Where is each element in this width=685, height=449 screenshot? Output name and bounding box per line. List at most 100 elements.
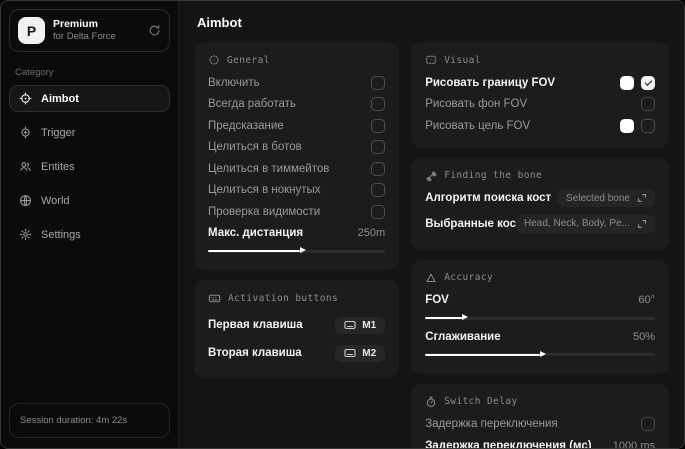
draw-fov-target-checkbox[interactable]	[641, 118, 655, 133]
setting-label: Рисовать цель FOV	[425, 119, 531, 132]
setting-label: Всегда работать	[208, 98, 296, 111]
fov-border-color-swatch[interactable]	[620, 75, 634, 90]
keyboard-icon	[208, 292, 221, 305]
draw-fov-border-checkbox[interactable]	[641, 75, 655, 90]
sidebar: P Premium for Delta Force Category Aimbo…	[1, 1, 179, 448]
setting-row-enable: Включить	[208, 72, 386, 94]
switch-delay-checkbox[interactable]	[641, 417, 655, 432]
setting-label: Предсказание	[208, 119, 284, 132]
frame-icon	[425, 54, 437, 66]
dropdown-value: Head, Neck, Body, Pe...	[524, 218, 630, 230]
sidebar-item-world[interactable]: World	[9, 187, 170, 214]
setting-label: Сглаживание	[425, 330, 501, 343]
left-column: General Включить Всегда работать Предска…	[194, 42, 400, 378]
setting-label: Задержка переключения	[425, 418, 558, 431]
key-label: M1	[362, 319, 377, 331]
panel-title: Accuracy	[444, 272, 494, 283]
draw-fov-background-checkbox[interactable]	[641, 97, 655, 112]
setting-label: FOV	[425, 294, 449, 307]
setting-label: Проверка видимости	[208, 205, 321, 218]
product-text: Premium for Delta Force	[53, 18, 116, 43]
setting-label: Алгоритм поиска кост	[425, 192, 552, 205]
setting-label: Целиться в ботов	[208, 141, 302, 154]
sidebar-item-label: Aimbot	[41, 92, 79, 105]
finding-the-bone-panel: Finding the bone Алгоритм поиска кост Se…	[411, 157, 669, 250]
always-work-checkbox[interactable]	[371, 97, 386, 112]
setting-label: Вторая клавиша	[208, 347, 302, 359]
sidebar-item-label: Settings	[41, 228, 81, 241]
setting-row-visibility-check: Проверка видимости	[208, 201, 386, 223]
general-panel-header: General	[208, 54, 385, 66]
product-name: Premium	[53, 18, 98, 30]
setting-label: Выбранные кос	[425, 217, 517, 230]
setting-row-draw-fov-border: Рисовать границу FOV	[425, 72, 655, 94]
smoothing-slider[interactable]	[425, 350, 655, 359]
target-teammates-checkbox[interactable]	[371, 161, 386, 176]
visibility-check-checkbox[interactable]	[371, 204, 386, 219]
main-content: Aimbot General Включить Всегда работать …	[179, 1, 684, 448]
bone-algorithm-dropdown[interactable]: Selected bone	[558, 189, 655, 208]
sidebar-item-label: Entites	[41, 160, 75, 173]
selected-bones-dropdown[interactable]: Head, Neck, Body, Pe...	[516, 214, 655, 233]
accuracy-panel-header: Accuracy	[425, 272, 655, 284]
crosshair-icon	[208, 54, 220, 66]
setting-label: Макс. дистанция	[208, 227, 304, 240]
slider-fill	[208, 247, 307, 254]
fov-target-color-swatch[interactable]	[620, 118, 634, 133]
prediction-checkbox[interactable]	[371, 118, 386, 133]
activation-buttons-panel: Activation buttons Первая клавиша M1 Вто…	[194, 280, 400, 378]
switch-delay-value: 1000 ms	[612, 439, 655, 448]
sidebar-item-settings[interactable]: Settings	[9, 221, 170, 248]
sidebar-item-label: World	[41, 194, 70, 207]
setting-row-max-distance: Макс. дистанция 250m	[208, 223, 385, 245]
session-duration-label: Session duration: 4m 22s	[20, 415, 128, 426]
setting-row-smoothing: Сглаживание 50%	[425, 326, 655, 348]
key-label: M2	[362, 347, 377, 359]
page-title: Aimbot	[197, 15, 242, 30]
max-distance-slider[interactable]	[208, 247, 386, 255]
sidebar-nav: Aimbot Trigger Entites World Settings	[9, 85, 170, 248]
product-subtitle: for Delta Force	[53, 31, 116, 43]
setting-label: Целиться в тиммейтов	[208, 162, 330, 175]
setting-row-second-key: Вторая клавиша M2	[208, 339, 386, 367]
second-key-bind-button[interactable]: M2	[335, 344, 386, 362]
dropdown-value: Selected bone	[566, 192, 630, 204]
setting-row-bone-algorithm: Алгоритм поиска кост Selected bone	[425, 188, 655, 210]
sidebar-item-label: Trigger	[41, 126, 76, 139]
setting-row-fov: FOV 60°	[425, 290, 655, 312]
sidebar-item-entites[interactable]: Entites	[9, 153, 170, 180]
visual-panel-header: Visual	[425, 54, 655, 66]
keyboard-icon	[344, 320, 356, 330]
enable-checkbox[interactable]	[371, 75, 386, 90]
slider-fill	[425, 314, 468, 321]
refresh-icon[interactable]	[148, 24, 161, 37]
session-duration: Session duration: 4m 22s	[9, 403, 170, 438]
fov-slider[interactable]	[425, 314, 655, 322]
max-distance-value: 250m	[357, 227, 386, 240]
sidebar-item-trigger[interactable]: Trigger	[9, 119, 170, 146]
accuracy-panel: Accuracy FOV 60° Сглаживание 50%	[411, 259, 669, 374]
entities-icon	[19, 160, 32, 173]
setting-label: Первая клавиша	[208, 319, 303, 331]
app-window: P Premium for Delta Force Category Aimbo…	[0, 0, 685, 449]
product-logo: P	[18, 17, 45, 44]
first-key-bind-button[interactable]: M1	[335, 316, 386, 334]
target-knocked-checkbox[interactable]	[371, 183, 386, 198]
target-bots-checkbox[interactable]	[371, 140, 386, 155]
timer-icon	[425, 396, 437, 408]
panel-title: Switch Delay	[444, 396, 518, 407]
setting-row-target-knocked: Целиться в нокнутых	[208, 180, 386, 202]
panel-title: Visual	[444, 54, 481, 66]
setting-row-target-bots: Целиться в ботов	[208, 137, 386, 159]
smoothing-value: 50%	[632, 330, 655, 343]
panel-title: Activation buttons	[228, 293, 339, 304]
slider-fill	[425, 350, 546, 357]
expand-icon	[637, 219, 647, 229]
product-card: P Premium for Delta Force	[9, 9, 170, 52]
bone-icon	[425, 170, 437, 182]
bone-panel-header: Finding the bone	[425, 170, 655, 182]
activation-panel-header: Activation buttons	[208, 292, 385, 305]
setting-row-switch-delay-ms: Задержка переключения (мс) 1000 ms	[425, 435, 655, 448]
setting-row-selected-bones: Выбранные кос Head, Neck, Body, Pe...	[425, 213, 655, 235]
sidebar-item-aimbot[interactable]: Aimbot	[9, 85, 170, 112]
